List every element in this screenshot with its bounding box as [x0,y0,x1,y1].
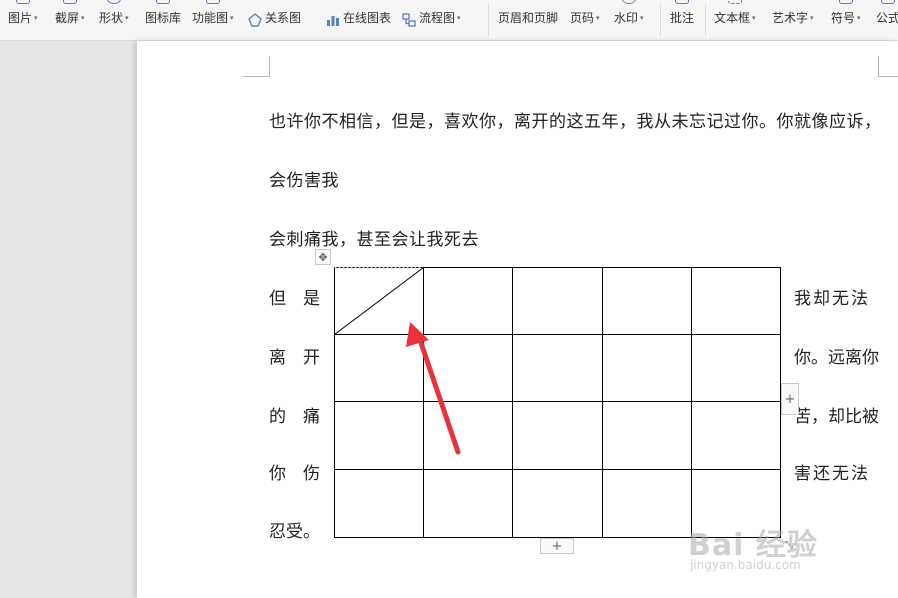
red-arrow-annotation [406,322,461,455]
annotation-layer [406,322,461,455]
arrow-head [406,322,429,347]
watermark-url-text: jingyan.baidu.com [690,558,801,572]
arrow-shaft [415,331,461,455]
watermark-logo: Bai 经验 jingyan.baidu.com [688,520,858,580]
